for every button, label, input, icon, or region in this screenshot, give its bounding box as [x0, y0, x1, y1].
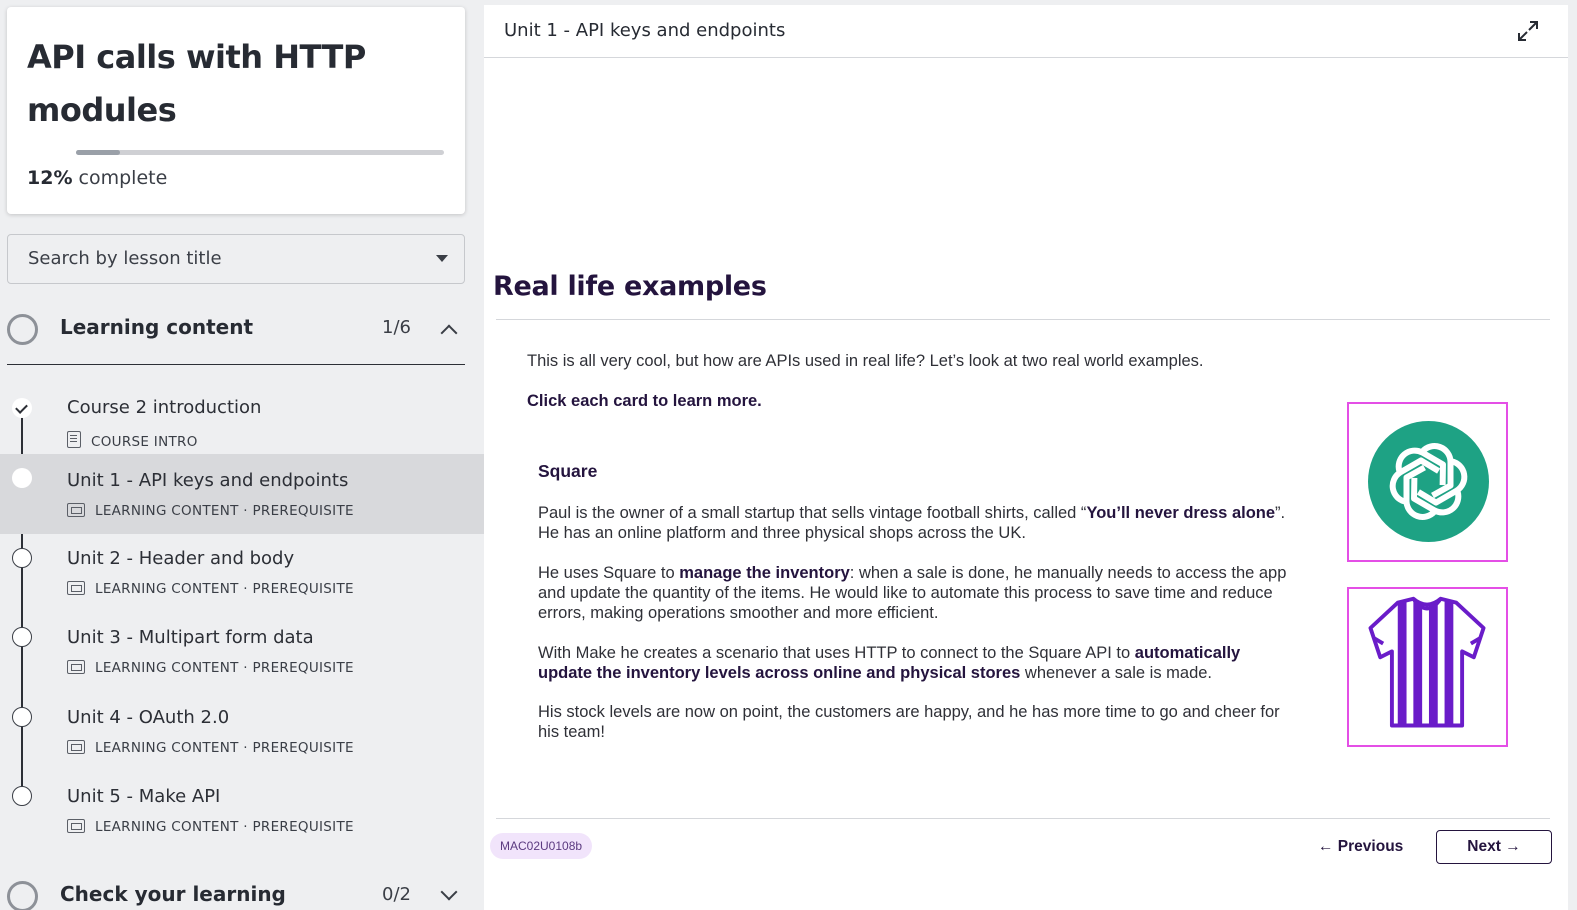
lesson-title: Unit 1 - API keys and endpoints [67, 470, 349, 491]
learning-content-icon [67, 581, 85, 595]
lesson-title: Unit 5 - Make API [67, 786, 221, 807]
lesson-item-unit-5[interactable]: Unit 5 - Make API LEARNING CONTENT · PRE… [0, 782, 484, 862]
instruction-text: Click each card to learn more. [527, 392, 762, 410]
lesson-meta: LEARNING CONTENT · PREREQUISITE [67, 503, 354, 519]
text-span: Paul is the owner of a small startup tha… [538, 504, 1087, 522]
section-title: Check your learning [60, 882, 286, 906]
lesson-meta-text: LEARNING CONTENT · PREREQUISITE [95, 740, 354, 756]
course-card: API calls with HTTP modules 12% complete [7, 7, 465, 214]
lesson-meta-text: LEARNING CONTENT · PREREQUISITE [95, 819, 354, 835]
lesson-search-select[interactable]: Search by lesson title [7, 234, 465, 284]
openai-logo-icon [1368, 421, 1489, 542]
lesson-meta: LEARNING CONTENT · PREREQUISITE [67, 819, 354, 835]
progress-bar-fill [76, 150, 121, 155]
progress-percent: 12% [27, 167, 73, 189]
example-card-shirt[interactable] [1347, 587, 1508, 747]
section-progress-ring-icon [7, 314, 38, 345]
search-placeholder: Search by lesson title [28, 248, 222, 269]
paragraph-2: He uses Square to manage the inventory: … [538, 563, 1290, 623]
paragraph-4: His stock levels are now on point, the c… [538, 703, 1280, 741]
learning-content-icon [67, 660, 85, 674]
lesson-title: Unit 2 - Header and body [67, 548, 295, 569]
course-title: API calls with HTTP modules [27, 38, 366, 129]
learning-content-icon [67, 740, 85, 754]
heading-divider [496, 319, 1550, 320]
card-title: Square [538, 461, 598, 481]
text-span: With Make he creates a scenario that use… [538, 644, 1135, 662]
section-heading: Real life examples [493, 271, 767, 302]
intro-text: This is all very cool, but how are APIs … [527, 352, 1204, 370]
chevron-down-icon [440, 883, 458, 901]
section-count: 0/2 [382, 884, 411, 905]
lesson-item-unit-1[interactable]: Unit 1 - API keys and endpoints LEARNING… [0, 454, 484, 534]
lesson-meta: LEARNING CONTENT · PREREQUISITE [67, 581, 354, 597]
progress-bar [76, 150, 444, 155]
footer-divider [496, 818, 1550, 819]
lesson-meta-text: COURSE INTRO [91, 434, 198, 450]
lesson-node-icon [12, 707, 32, 727]
lesson-header-title: Unit 1 - API keys and endpoints [504, 20, 786, 41]
text-span: whenever a sale is made. [1020, 664, 1213, 682]
lesson-item-unit-2[interactable]: Unit 2 - Header and body LEARNING CONTEN… [0, 544, 484, 624]
progress-text: 12% complete [27, 167, 167, 189]
section-count: 1/6 [382, 317, 411, 338]
current-lesson-node [12, 468, 32, 488]
next-button[interactable]: Next → [1436, 830, 1552, 864]
chevron-up-icon [440, 324, 458, 342]
lesson-meta-text: LEARNING CONTENT · PREREQUISITE [95, 503, 354, 519]
lesson-node-icon [12, 548, 32, 568]
lesson-panel: Unit 1 - API keys and endpoints Real lif… [484, 5, 1568, 910]
lesson-meta: LEARNING CONTENT · PREREQUISITE [67, 740, 354, 756]
example-card-openai[interactable] [1347, 402, 1508, 562]
paragraph-3: With Make he creates a scenario that use… [538, 643, 1290, 683]
learning-content-icon [67, 503, 85, 517]
text-span: He uses Square to [538, 564, 680, 582]
football-shirt-icon [1368, 596, 1486, 728]
section-divider [7, 364, 465, 365]
lesson-item-course-intro[interactable]: Course 2 introduction COURSE INTRO [0, 385, 484, 465]
lesson-title: Course 2 introduction [67, 397, 262, 418]
lesson-meta-text: LEARNING CONTENT · PREREQUISITE [95, 660, 354, 676]
bold-span: You’ll never dress alone [1086, 504, 1276, 522]
lesson-title: Unit 3 - Multipart form data [67, 627, 314, 648]
section-progress-ring-icon [7, 881, 38, 910]
check-icon [12, 398, 32, 418]
lesson-code-badge: MAC02U0108b [490, 833, 593, 859]
lesson-meta-text: LEARNING CONTENT · PREREQUISITE [95, 581, 354, 597]
expand-icon[interactable] [1517, 20, 1539, 42]
bold-span: manage the inventory [679, 564, 850, 582]
learning-content-icon [67, 819, 85, 833]
section-learning-content[interactable]: Learning content 1/6 [7, 305, 465, 355]
section-check-your-learning[interactable]: Check your learning 0/2 [7, 872, 465, 910]
lesson-item-unit-3[interactable]: Unit 3 - Multipart form data LEARNING CO… [0, 623, 484, 703]
progress-label: complete [78, 167, 168, 189]
lesson-meta: LEARNING CONTENT · PREREQUISITE [67, 660, 354, 676]
lesson-item-unit-4[interactable]: Unit 4 - OAuth 2.0 LEARNING CONTENT · PR… [0, 703, 484, 783]
lesson-title: Unit 4 - OAuth 2.0 [67, 707, 230, 728]
paragraph-1: Paul is the owner of a small startup tha… [538, 503, 1290, 543]
lesson-header: Unit 1 - API keys and endpoints [484, 5, 1568, 58]
section-title: Learning content [60, 315, 254, 339]
lesson-node-icon [12, 786, 32, 806]
caret-down-icon [436, 255, 448, 262]
lesson-node-icon [12, 627, 32, 647]
lesson-meta: COURSE INTRO [67, 431, 198, 450]
previous-button[interactable]: ← Previous [1318, 831, 1403, 863]
course-intro-icon [67, 431, 81, 448]
